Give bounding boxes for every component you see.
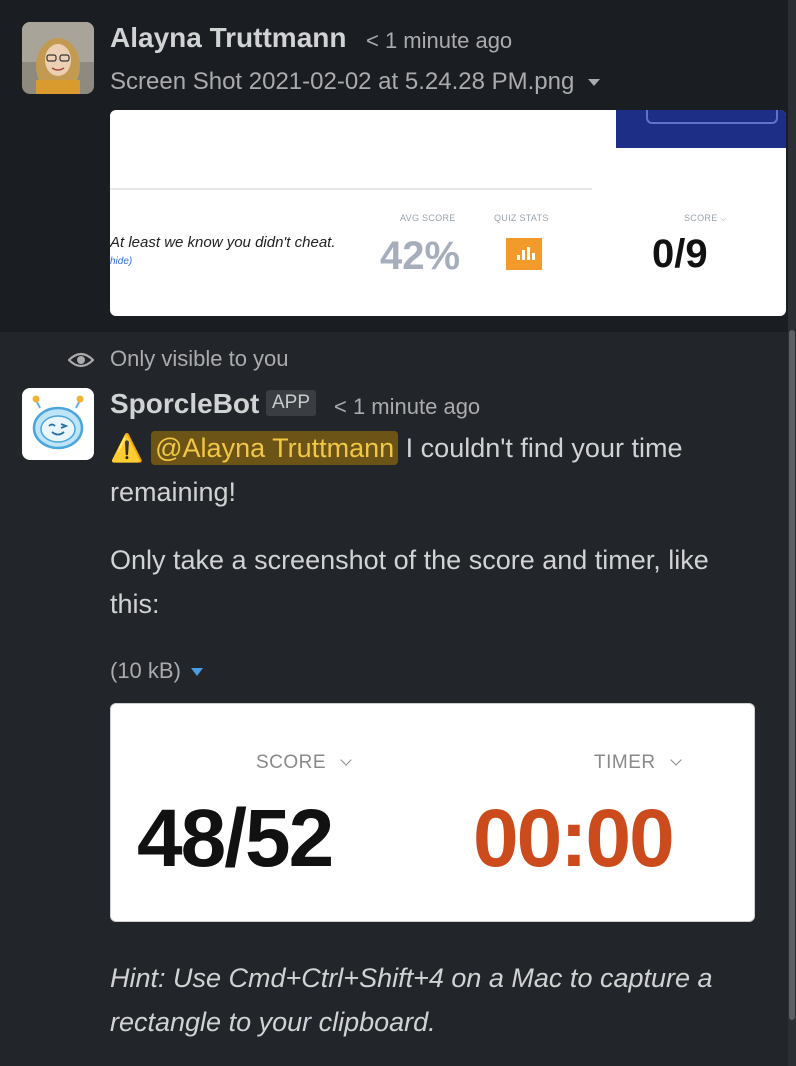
hint-line1: Hint: Use Cmd+Ctrl+Shift+4 on a Mac to c… xyxy=(110,963,713,993)
warning-icon: ⚠️ xyxy=(110,433,144,463)
chevron-down-icon xyxy=(669,754,682,766)
screenshot-score-value: 0/9 xyxy=(652,232,708,276)
example-timer-label-text: TIMER xyxy=(594,752,656,773)
screenshot-avg-score-value: 42% xyxy=(380,234,461,278)
instruction-line2: this: xyxy=(110,589,160,619)
example-score-label: SCORE xyxy=(256,752,352,774)
screenshot-score-label: SCORE ⌵ xyxy=(684,213,727,224)
scrollbar-thumb[interactable] xyxy=(789,330,795,1020)
avatar-photo xyxy=(22,22,94,94)
bot-timestamp[interactable]: < 1 minute ago xyxy=(334,394,480,420)
user-mention[interactable]: @Alayna Truttmann xyxy=(151,431,399,465)
example-score-label-text: SCORE xyxy=(256,752,327,773)
chevron-down-icon[interactable] xyxy=(588,79,601,87)
app-badge: APP xyxy=(266,390,317,416)
screenshot-divider xyxy=(110,188,592,190)
screenshot-quiz-stats-label: QUIZ STATS xyxy=(494,213,549,223)
screenshot-avg-score-label: AVG SCORE xyxy=(400,213,456,223)
example-score-value: 48/52 xyxy=(137,793,334,884)
timestamp[interactable]: < 1 minute ago xyxy=(366,28,512,54)
screenshot-blue-button xyxy=(646,110,778,124)
message-alayna: Alayna Truttmann < 1 minute ago Screen S… xyxy=(0,0,796,332)
hint-line2: rectangle to your clipboard. xyxy=(110,1007,436,1037)
attachment-size-text: (10 kB) xyxy=(110,658,181,683)
bar-chart-icon xyxy=(506,238,542,270)
robot-icon xyxy=(32,395,84,450)
chevron-down-icon[interactable] xyxy=(190,668,203,677)
author-name[interactable]: Alayna Truttmann xyxy=(110,22,346,54)
ephemeral-label: Only visible to you xyxy=(110,346,289,371)
attachment-size[interactable]: (10 kB) xyxy=(110,658,203,684)
chevron-down-icon: ⌵ xyxy=(720,214,727,223)
example-timer-label: TIMER xyxy=(594,752,682,774)
attachment-filename-text: Screen Shot 2021-02-02 at 5.24.28 PM.png xyxy=(110,68,575,95)
screenshot-cheat-text: At least we know you didn't cheat. xyxy=(110,234,336,251)
attachment-filename[interactable]: Screen Shot 2021-02-02 at 5.24.28 PM.png xyxy=(110,68,601,96)
hint-text: Hint: Use Cmd+Ctrl+Shift+4 on a Mac to c… xyxy=(110,956,770,1044)
bot-message-line2: remaining! xyxy=(110,477,237,507)
screenshot-score-label-text: SCORE xyxy=(684,213,718,223)
example-timer-value: 00:00 xyxy=(473,793,675,884)
screenshot-hide-link: hide) xyxy=(110,256,133,267)
chevron-down-icon xyxy=(340,754,352,766)
avatar-sporclebot[interactable] xyxy=(22,388,94,460)
eye-icon xyxy=(68,352,94,368)
avatar-alayna[interactable] xyxy=(22,22,94,94)
bot-name[interactable]: SporcleBot xyxy=(110,388,259,420)
attachment-image[interactable]: At least we know you didn't cheat. hide)… xyxy=(110,110,786,316)
bot-message-line1: ⚠️ @Alayna Truttmann I couldn't find you… xyxy=(110,426,682,470)
example-image[interactable]: SCORE TIMER 48/52 00:00 xyxy=(110,703,755,922)
instruction-line1: Only take a screenshot of the score and … xyxy=(110,545,709,575)
message-text-1: I couldn't find your time xyxy=(398,433,683,463)
